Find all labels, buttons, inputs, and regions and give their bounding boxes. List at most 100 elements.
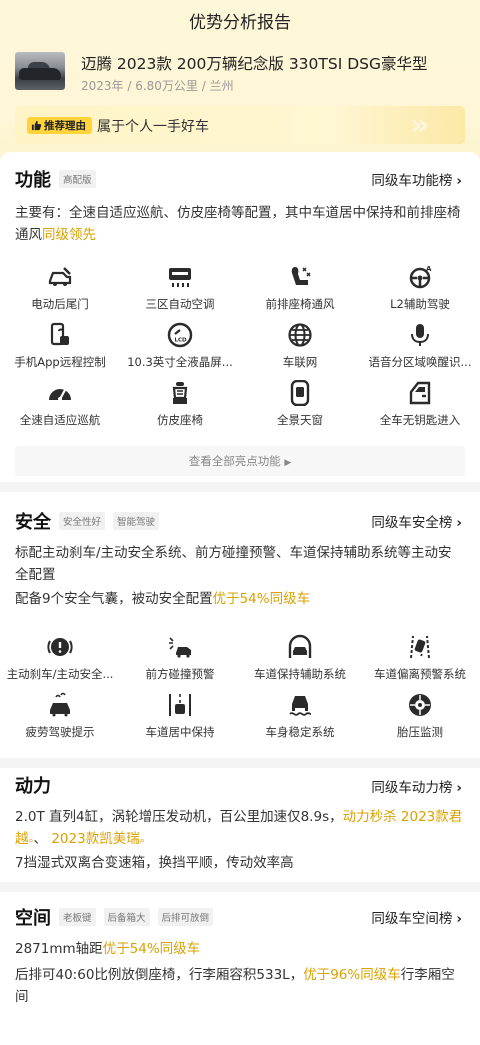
feature-item[interactable]: 全速自适应巡航 [0, 380, 120, 428]
recommend-reason-text: 属于个人一手好车 [97, 119, 209, 135]
feature-item[interactable]: 车道偏离预警系统 [360, 634, 480, 682]
fatigue-alert-icon [50, 692, 70, 717]
feature-item[interactable]: 车联网 [240, 322, 360, 370]
speedometer-icon [49, 389, 71, 401]
recommend-reason-tag: 推荐理由 [27, 117, 92, 134]
safety-rank-link[interactable]: 同级车安全榜 › [371, 511, 462, 531]
feature-item[interactable]: 前方碰撞预警 [120, 634, 240, 682]
space-trunk-description: 后排可40:60比例放倒座椅，行李厢容积533L，优于96%同级车行李厢空间 [15, 964, 465, 1008]
feature-item[interactable]: 车道居中保持 [120, 692, 240, 740]
safety-header: 安全 安全性好 智能驾驶 [15, 508, 160, 534]
space-pill: 老板键 [59, 908, 96, 926]
car-title: 迈腾 2023款 200万辆纪念版 330TSI DSG豪华型 [81, 55, 428, 73]
safety-desc2-text: 配备9个安全气囊，被动安全配置 [15, 591, 213, 607]
function-title: 功能 [15, 170, 51, 191]
power-desc-sep: 、 [33, 831, 48, 847]
feature-label: 全速自适应巡航 [19, 413, 101, 427]
lcd-gauge-icon: LCD [167, 322, 193, 348]
feature-label: 手机App远程控制 [14, 355, 106, 369]
recommend-reason-bar: 推荐理由 属于个人一手好车 » [15, 106, 465, 144]
feature-item[interactable]: 三区自动空调 [120, 264, 240, 312]
feature-item[interactable]: 语音分区域唤醒识... [360, 322, 480, 370]
svg-text:A: A [426, 265, 432, 273]
feature-item[interactable]: 前排座椅通风 [240, 264, 360, 312]
section-divider [0, 882, 480, 892]
power-description: 2.0T 直列4缸，涡轮增压发动机，百公里加速仅8.9s，动力秒杀 2023款君… [15, 806, 465, 852]
chevron-decoration-icon: » [411, 108, 430, 141]
space-rank-link[interactable]: 同级车空间榜 › [371, 907, 462, 927]
feature-label: 车联网 [282, 355, 318, 369]
space-desc2-text: 后排可40:60比例放倒座椅，行李厢容积533L， [15, 967, 304, 983]
thumbs-up-icon [31, 120, 42, 131]
feature-label: 车身稳定系统 [265, 725, 335, 739]
function-description: 主要有：全速自适应巡航、仿皮座椅等配置，其中车道居中保持和前排座椅通风同级领先 [15, 202, 465, 246]
feature-label: 前排座椅通风 [265, 297, 335, 311]
feature-label: L2辅助驾驶 [390, 297, 450, 311]
feature-label: 胎压监测 [397, 725, 443, 739]
power-rank-link[interactable]: 同级车动力榜 › [371, 776, 462, 796]
space-rank-label: 同级车空间榜 [371, 911, 453, 927]
feature-item[interactable]: 疲劳驾驶提示 [0, 692, 120, 740]
space-pill: 后排可放倒 [157, 908, 214, 926]
svg-text:LCD: LCD [175, 338, 188, 344]
feature-item[interactable]: LCD 10.3英寸全液晶屏... [120, 322, 240, 370]
space-desc2-highlight: 优于96%同级车 [303, 967, 401, 983]
car-thumbnail [15, 52, 65, 90]
space-desc1-text: 2871mm轴距 [15, 941, 103, 957]
car-summary[interactable]: 迈腾 2023款 200万辆纪念版 330TSI DSG豪华型 2023年 / … [15, 52, 470, 96]
function-pill: 高配版 [59, 170, 96, 188]
phone-remote-icon [50, 322, 69, 346]
lane-keep-icon [288, 634, 312, 658]
seat-ventilation-icon [291, 267, 311, 285]
power-header: 动力 [15, 772, 51, 798]
function-rank-label: 同级车功能榜 [371, 173, 453, 189]
feature-item[interactable]: A L2辅助驾驶 [360, 264, 480, 312]
chevron-right-icon: › [456, 173, 462, 189]
collision-warning-icon [169, 637, 191, 658]
section-divider [0, 482, 480, 492]
space-wheelbase-description: 2871mm轴距优于54%同级车 [15, 938, 465, 960]
seat-icon [172, 382, 188, 404]
power-compare-link-2[interactable]: 2023款凯美瑞⌕ [51, 831, 144, 847]
feature-label: 全景天窗 [277, 413, 323, 427]
l2-assist-icon: A [409, 265, 432, 289]
feature-label: 车道保持辅助系统 [254, 667, 346, 681]
function-header: 功能 高配版 [15, 166, 96, 192]
lane-departure-icon [410, 635, 430, 659]
function-section: 功能 高配版 同级车功能榜 › 主要有：全速自适应巡航、仿皮座椅等配置，其中车道居… [0, 152, 480, 482]
chevron-right-icon: › [456, 515, 462, 531]
feature-item[interactable]: 电动后尾门 [0, 264, 120, 312]
feature-label: 车道居中保持 [145, 725, 215, 739]
feature-item[interactable]: 车身稳定系统 [240, 692, 360, 740]
feature-item[interactable]: 车道保持辅助系统 [240, 634, 360, 682]
section-divider [0, 758, 480, 768]
view-all-label: 查看全部亮点功能 [188, 454, 281, 468]
keyless-door-icon [409, 381, 431, 405]
power-desc-text: 2.0T 直列4缸，涡轮增压发动机，百公里加速仅8.9s， [15, 809, 343, 825]
safety-title: 安全 [15, 512, 51, 533]
feature-item[interactable]: 胎压监测 [360, 692, 480, 740]
function-desc-highlight: 同级领先 [42, 227, 96, 243]
feature-item[interactable]: 手机App远程控制 [0, 322, 120, 370]
feature-label: 三区自动空调 [145, 297, 215, 311]
view-all-features-button[interactable]: 查看全部亮点功能 ▶ [15, 446, 465, 476]
feature-label: 主动刹车/主动安全... [6, 667, 114, 681]
feature-item[interactable]: 仿皮座椅 [120, 380, 240, 428]
chevron-right-icon: › [456, 780, 462, 796]
feature-label: 车道偏离预警系统 [374, 667, 466, 681]
power-tailgate-icon [48, 267, 72, 286]
power-rank-label: 同级车动力榜 [371, 780, 453, 796]
brake-warning-icon [47, 638, 73, 656]
power-title: 动力 [15, 776, 51, 797]
chevron-right-icon: › [456, 911, 462, 927]
power-section: 动力 同级车动力榜 › 2.0T 直列4缸，涡轮增压发动机，百公里加速仅8.9s，… [0, 768, 480, 882]
function-rank-link[interactable]: 同级车功能榜 › [371, 169, 462, 189]
play-arrow-icon: ▶ [284, 458, 292, 468]
feature-item[interactable]: 全景天窗 [240, 380, 360, 428]
feature-item[interactable]: 全车无钥匙进入 [360, 380, 480, 428]
safety-pill: 安全性好 [59, 512, 106, 530]
feature-item[interactable]: 主动刹车/主动安全... [0, 634, 120, 682]
tire-pressure-icon [409, 694, 431, 716]
search-icon: ⌕ [139, 836, 145, 846]
stability-control-icon [289, 696, 312, 716]
